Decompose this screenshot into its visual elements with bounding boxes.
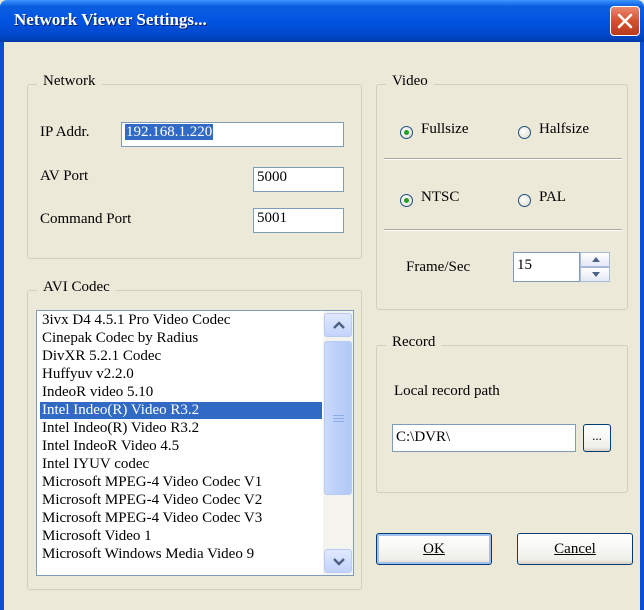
list-item[interactable]: Intel IYUV codec bbox=[40, 456, 322, 473]
browse-button-label: ... bbox=[592, 428, 602, 443]
av-port-input[interactable]: 5000 bbox=[253, 167, 344, 192]
list-item[interactable]: IndeoR video 5.10 bbox=[40, 384, 322, 401]
chevron-down-icon bbox=[333, 558, 345, 566]
list-item[interactable]: Intel Indeo(R) Video R3.2 bbox=[40, 420, 322, 437]
video-separator bbox=[384, 158, 622, 160]
list-item[interactable]: Cinepak Codec by Radius bbox=[40, 330, 322, 347]
list-item[interactable]: Microsoft MPEG-4 Video Codec V2 bbox=[40, 492, 322, 509]
radio-selected-dot bbox=[404, 130, 409, 135]
fullsize-label[interactable]: Fullsize bbox=[421, 121, 469, 138]
list-item[interactable]: Microsoft MPEG-4 Video Codec V1 bbox=[40, 474, 322, 491]
pal-radio[interactable] bbox=[518, 194, 531, 207]
browse-button[interactable]: ... bbox=[583, 424, 611, 452]
list-item[interactable]: 3ivx D4 4.5.1 Pro Video Codec bbox=[40, 312, 322, 329]
record-path-label: Local record path bbox=[394, 383, 500, 399]
close-icon bbox=[617, 13, 633, 29]
codec-listbox[interactable]: 3ivx D4 4.5.1 Pro Video Codec Cinepak Co… bbox=[36, 310, 354, 576]
chevron-up-icon bbox=[333, 321, 345, 329]
radio-selected-dot bbox=[404, 198, 409, 203]
scroll-grip bbox=[333, 418, 344, 419]
command-port-label: Command Port bbox=[40, 211, 132, 227]
window-border-left bbox=[0, 42, 4, 610]
window-border-right bbox=[640, 42, 644, 610]
ip-address-label: IP Addr. bbox=[40, 124, 90, 140]
scroll-down-button[interactable] bbox=[324, 549, 352, 573]
scroll-grip bbox=[333, 421, 344, 422]
frame-rate-input[interactable]: 15 bbox=[513, 252, 580, 282]
command-port-input[interactable]: 5001 bbox=[253, 208, 344, 233]
window-title: Network Viewer Settings... bbox=[14, 10, 207, 29]
pal-label[interactable]: PAL bbox=[539, 189, 566, 206]
ip-address-value: 192.168.1.220 bbox=[125, 124, 214, 140]
ok-button[interactable]: OK bbox=[376, 533, 492, 565]
spin-down-button[interactable] bbox=[580, 267, 610, 282]
settings-dialog: Network Viewer Settings... Network IP Ad… bbox=[0, 0, 644, 610]
record-group bbox=[376, 345, 628, 493]
spin-up-button[interactable] bbox=[580, 252, 610, 267]
record-legend: Record bbox=[386, 334, 442, 351]
list-item-selected[interactable]: Intel Indeo(R) Video R3.2 bbox=[40, 402, 322, 419]
halfsize-label[interactable]: Halfsize bbox=[539, 121, 589, 138]
record-path-input[interactable]: C:\DVR\ bbox=[392, 424, 576, 452]
ntsc-label[interactable]: NTSC bbox=[421, 189, 459, 206]
cancel-button-label: Cancel bbox=[554, 541, 596, 557]
avi-codec-legend: AVI Codec bbox=[37, 279, 116, 296]
list-item[interactable]: Intel IndeoR Video 4.5 bbox=[40, 438, 322, 455]
list-item[interactable]: DivXR 5.2.1 Codec bbox=[40, 348, 322, 365]
av-port-label: AV Port bbox=[40, 168, 89, 184]
ok-button-label: OK bbox=[423, 541, 445, 557]
scroll-up-button[interactable] bbox=[324, 313, 352, 337]
list-item[interactable]: Microsoft MPEG-4 Video Codec V3 bbox=[40, 510, 322, 527]
close-button[interactable] bbox=[610, 6, 640, 36]
list-item[interactable]: Microsoft Video 1 bbox=[40, 528, 322, 545]
cancel-button[interactable]: Cancel bbox=[517, 533, 633, 565]
ntsc-radio[interactable] bbox=[400, 194, 413, 207]
frame-rate-spinner[interactable] bbox=[580, 252, 610, 282]
title-bar[interactable]: Network Viewer Settings... bbox=[0, 0, 644, 42]
halfsize-radio[interactable] bbox=[518, 126, 531, 139]
ip-address-input[interactable]: 192.168.1.220 bbox=[121, 122, 344, 147]
video-legend: Video bbox=[386, 73, 434, 90]
triangle-up-icon bbox=[592, 257, 600, 262]
frame-rate-label: Frame/Sec bbox=[406, 259, 471, 275]
scroll-thumb[interactable] bbox=[324, 341, 352, 495]
triangle-down-icon bbox=[592, 272, 600, 277]
network-legend: Network bbox=[37, 73, 102, 90]
scroll-grip bbox=[333, 415, 344, 416]
fullsize-radio[interactable] bbox=[400, 126, 413, 139]
list-item[interactable]: Microsoft Windows Media Video 9 bbox=[40, 546, 322, 563]
video-separator bbox=[384, 229, 622, 231]
codec-scrollbar[interactable] bbox=[323, 311, 353, 575]
list-item[interactable]: Huffyuv v2.2.0 bbox=[40, 366, 322, 383]
